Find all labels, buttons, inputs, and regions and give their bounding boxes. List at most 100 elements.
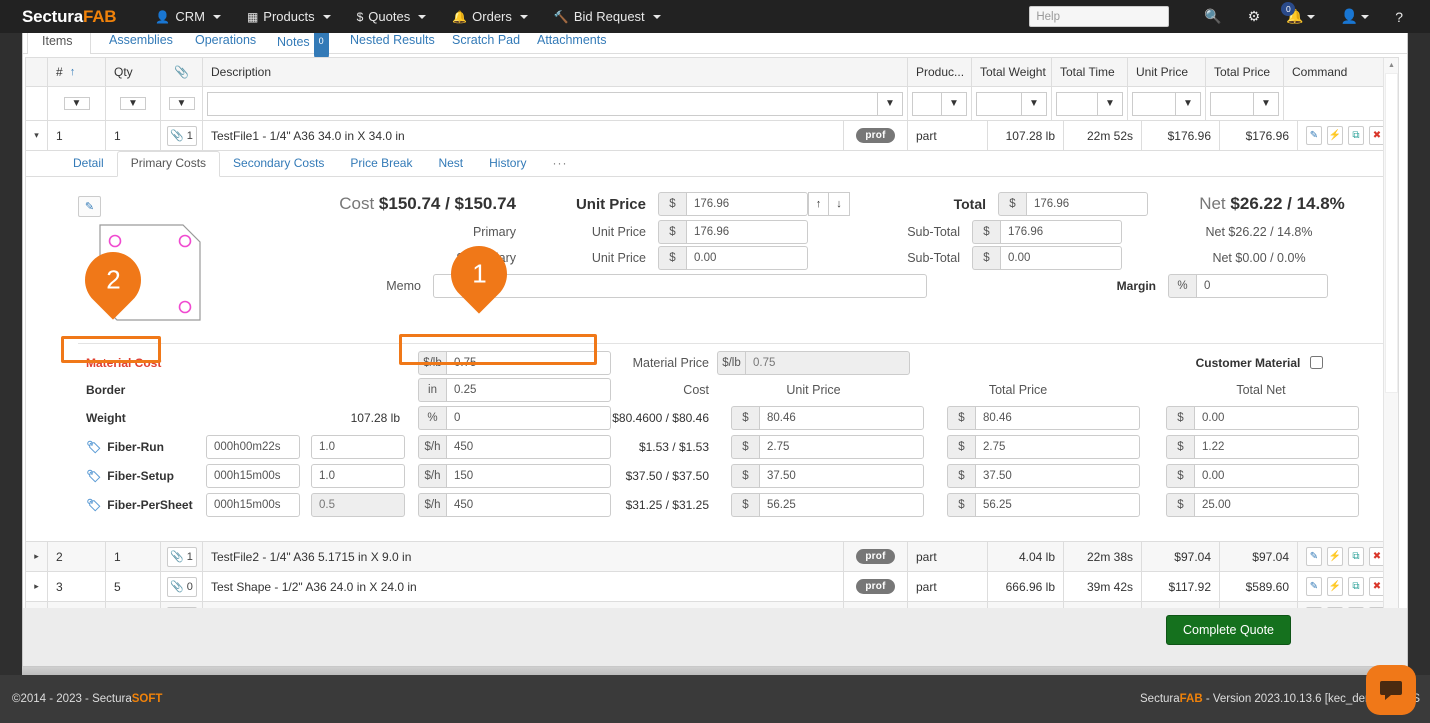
arrow-up-icon[interactable]: ↑ (808, 192, 829, 216)
funnel-icon[interactable]: ▼ (1253, 92, 1279, 116)
edit-icon[interactable]: ✎ (1306, 547, 1322, 566)
arrow-down-icon[interactable]: ↓ (829, 192, 850, 216)
row-expand-toggle[interactable]: ▸ (26, 542, 48, 571)
operation-qty-input[interactable] (311, 464, 405, 488)
grid-header-total-time[interactable]: Total Time (1052, 58, 1128, 86)
funnel-icon[interactable]: ▼ (877, 92, 903, 116)
table-row[interactable]: ▸ 3 5 📎0 Test Shape - 1/2" A36 24.0 in X… (26, 572, 1398, 602)
operation-rate-input[interactable] (446, 464, 611, 488)
copy-icon[interactable]: ⧉ (1348, 577, 1364, 596)
unit-price-secondary-input[interactable] (686, 246, 808, 270)
detail-tab-history[interactable]: History (476, 152, 539, 176)
attachment-count-button[interactable]: 📎0 (167, 577, 197, 597)
complete-quote-button[interactable]: Complete Quote (1166, 615, 1291, 645)
filter-unit-price-input[interactable] (1132, 92, 1175, 116)
operation-total-net-input[interactable] (1194, 464, 1359, 488)
funnel-icon[interactable]: ▼ (64, 97, 90, 110)
weight-unit-price-input[interactable] (759, 406, 924, 430)
funnel-icon[interactable]: ▼ (120, 97, 146, 110)
lightning-icon[interactable]: ⚡ (1327, 547, 1343, 566)
total-input[interactable] (1026, 192, 1148, 216)
margin-input[interactable] (1196, 274, 1328, 298)
operation-total-price-input[interactable] (975, 435, 1140, 459)
subtotal-primary-input[interactable] (1000, 220, 1122, 244)
notifications-button[interactable]: 0 🔔 (1273, 0, 1327, 33)
weight-total-net-input[interactable] (1194, 406, 1359, 430)
filter-product-input[interactable] (912, 92, 941, 116)
weight-total-price-input[interactable] (975, 406, 1140, 430)
tab-nested-results[interactable]: Nested Results (336, 33, 449, 54)
attachment-count-button[interactable]: 📎1 (167, 126, 197, 146)
operation-qty-input[interactable] (311, 435, 405, 459)
tab-operations[interactable]: Operations (181, 33, 270, 54)
material-price-input[interactable] (745, 351, 910, 375)
grid-header-product[interactable]: Produc... (908, 58, 972, 86)
edit-icon[interactable]: ✎ (1306, 577, 1322, 596)
operation-unit-price-input[interactable] (759, 493, 924, 517)
filter-total-price-input[interactable] (1210, 92, 1253, 116)
operation-unit-price-input[interactable] (759, 435, 924, 459)
unit-price-primary-input[interactable] (686, 220, 808, 244)
attachment-count-button[interactable]: 📎1 (167, 547, 197, 567)
funnel-icon[interactable]: ▼ (169, 97, 195, 110)
filter-total-time-input[interactable] (1056, 92, 1097, 116)
table-row[interactable]: ▾ 1 1 📎1 TestFile1 - 1/4" A36 34.0 in X … (26, 121, 1398, 151)
search-icon[interactable]: 🔍 (1191, 0, 1234, 33)
lightning-icon[interactable]: ⚡ (1327, 577, 1343, 596)
grid-header-description[interactable]: Description (203, 58, 908, 86)
grid-scrollbar[interactable]: ▲ ▼ (1383, 58, 1398, 640)
grid-header-unit-price[interactable]: Unit Price (1128, 58, 1206, 86)
grid-header-number[interactable]: #↑ (48, 58, 106, 86)
grid-header-total-price[interactable]: Total Price (1206, 58, 1284, 86)
detail-tab-primary-costs[interactable]: Primary Costs (117, 151, 220, 177)
operation-rate-input[interactable] (446, 493, 611, 517)
lightning-icon[interactable]: ⚡ (1327, 126, 1343, 145)
filter-description-input[interactable] (207, 92, 877, 116)
chat-button[interactable] (1366, 665, 1416, 715)
grid-header-qty[interactable]: Qty (106, 58, 161, 86)
customer-material-checkbox[interactable] (1310, 356, 1323, 369)
funnel-icon[interactable]: ▼ (1021, 92, 1047, 116)
nav-menu-orders[interactable]: 🔔 Orders (439, 0, 541, 33)
operation-total-price-input[interactable] (975, 493, 1140, 517)
tab-items[interactable]: Items (27, 33, 91, 54)
gear-icon[interactable]: ⚙ (1235, 0, 1274, 33)
border-input[interactable] (446, 378, 611, 402)
detail-tab-secondary-costs[interactable]: Secondary Costs (220, 152, 337, 176)
operation-total-net-input[interactable] (1194, 435, 1359, 459)
operation-time-input[interactable] (206, 493, 300, 517)
edit-icon[interactable]: ✎ (78, 196, 101, 217)
filter-total-weight-input[interactable] (976, 92, 1021, 116)
detail-tab-more[interactable]: ··· (539, 152, 580, 176)
attachment-icon[interactable]: 📎 (161, 58, 203, 86)
nav-menu-crm[interactable]: 👤 CRM (142, 0, 234, 33)
nav-menu-quotes[interactable]: $ Quotes (344, 0, 440, 33)
operation-rate-input[interactable] (446, 435, 611, 459)
weight-pct-input[interactable] (446, 406, 611, 430)
operation-time-input[interactable] (206, 435, 300, 459)
tab-scratch-pad[interactable]: Scratch Pad (438, 33, 534, 54)
nav-menu-products[interactable]: ▦ Products (234, 0, 344, 33)
question-mark-icon[interactable]: ? (1382, 0, 1416, 33)
operation-time-input[interactable] (206, 464, 300, 488)
row-expand-toggle[interactable]: ▸ (26, 572, 48, 601)
copy-icon[interactable]: ⧉ (1348, 126, 1364, 145)
scroll-up-icon[interactable]: ▲ (1384, 58, 1399, 73)
grid-header-total-weight[interactable]: Total Weight (972, 58, 1052, 86)
user-menu-button[interactable]: 👤 (1328, 0, 1382, 33)
nav-menu-bid-request[interactable]: 🔨 Bid Request (541, 0, 674, 33)
tab-notes[interactable]: Notes0 (263, 33, 343, 54)
operation-total-net-input[interactable] (1194, 493, 1359, 517)
operation-unit-price-input[interactable] (759, 464, 924, 488)
funnel-icon[interactable]: ▼ (941, 92, 967, 116)
funnel-icon[interactable]: ▼ (1097, 92, 1123, 116)
operation-qty-input[interactable] (311, 493, 405, 517)
edit-icon[interactable]: ✎ (1306, 126, 1322, 145)
app-logo[interactable]: SecturaFAB (22, 7, 116, 27)
scrollbar-thumb[interactable] (1385, 73, 1398, 393)
material-rate-input[interactable] (446, 351, 611, 375)
tab-assemblies[interactable]: Assemblies (95, 33, 187, 54)
unit-price-big-input[interactable] (686, 192, 808, 216)
copy-icon[interactable]: ⧉ (1348, 547, 1364, 566)
detail-tab-detail[interactable]: Detail (60, 152, 117, 176)
